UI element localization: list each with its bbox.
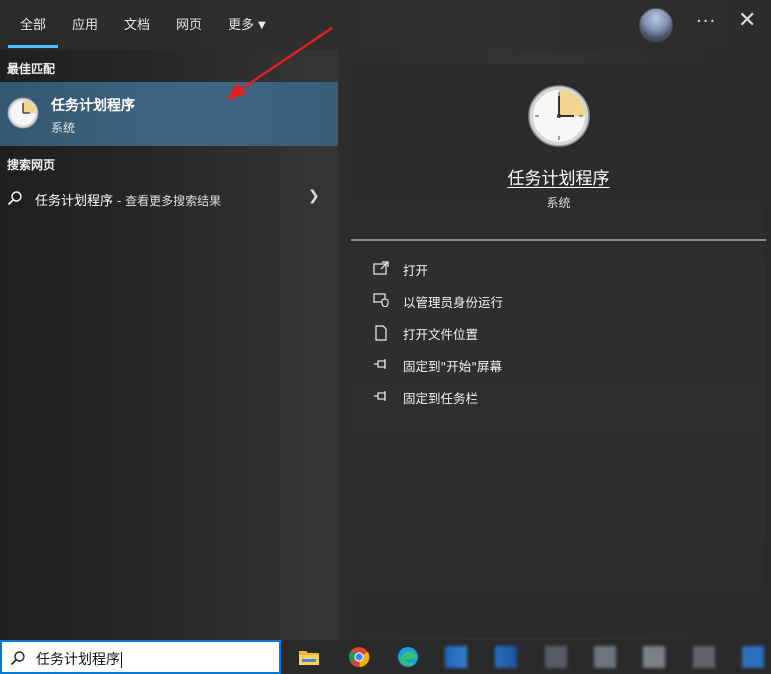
chrome-icon[interactable] (348, 646, 370, 668)
detail-subtitle: 系统 (546, 196, 571, 210)
web-search-result[interactable]: 任务计划程序 - 查看更多搜索结果 ❯ (0, 184, 338, 212)
search-icon (7, 191, 22, 206)
divider (351, 239, 766, 241)
avatar[interactable] (639, 8, 673, 42)
annotation-arrow-icon (226, 26, 333, 100)
tab-apps[interactable]: 应用 (72, 14, 98, 33)
clock-icon (7, 97, 39, 129)
taskbar-app-icon[interactable] (693, 646, 715, 668)
close-icon[interactable]: ✕ (738, 10, 756, 32)
search-filter-bar: 全部 应用 文档 网页 更多 ▼ ··· ✕ (0, 0, 771, 50)
search-input-value: 任务计划程序 (36, 649, 122, 669)
web-search-suffix: - 查看更多搜索结果 (117, 194, 222, 208)
web-search-query: 任务计划程序 (35, 194, 114, 209)
file-explorer-icon[interactable] (298, 646, 320, 668)
pin-icon (374, 359, 386, 369)
taskbar-app-icon[interactable] (495, 646, 517, 668)
search-icon (10, 651, 25, 666)
best-match-heading: 最佳匹配 (7, 62, 56, 76)
pin-icon (374, 391, 386, 401)
action-run-as-admin-label: 以管理员身份运行 (403, 295, 504, 310)
chevron-right-icon[interactable]: ❯ (308, 188, 320, 204)
text-caret (121, 652, 122, 668)
tab-all[interactable]: 全部 (7, 14, 59, 48)
open-icon (373, 261, 389, 275)
more-icon[interactable]: ··· (696, 11, 716, 32)
taskbar-app-icon[interactable] (742, 646, 764, 668)
taskbar-app-icon[interactable] (594, 646, 616, 668)
action-open-file-location-label: 打开文件位置 (403, 327, 479, 342)
web-search-text: 任务计划程序 - 查看更多搜索结果 (35, 190, 221, 209)
tab-documents[interactable]: 文档 (124, 14, 150, 33)
search-input[interactable]: 任务计划程序 (0, 640, 281, 674)
clock-icon (528, 85, 590, 147)
edge-icon[interactable] (397, 646, 419, 668)
action-pin-to-taskbar-label: 固定到任务栏 (403, 391, 479, 406)
taskbar-app-icon[interactable] (545, 646, 567, 668)
tab-web[interactable]: 网页 (176, 14, 202, 33)
detail-title[interactable]: 任务计划程序 (351, 164, 766, 189)
shield-icon (373, 293, 389, 307)
detail-pane: 任务计划程序 系统 打开 以管理员身份运行 打开文件位置 固定到"开始"屏幕 固… (351, 64, 766, 638)
action-pin-to-start-label: 固定到"开始"屏幕 (403, 359, 502, 374)
best-match-title: 任务计划程序 (51, 98, 135, 114)
web-search-heading: 搜索网页 (7, 158, 56, 172)
file-location-icon (375, 325, 387, 341)
action-open-label: 打开 (403, 263, 429, 278)
taskbar-app-icon[interactable] (445, 646, 467, 668)
taskbar-app-icon[interactable] (643, 646, 665, 668)
best-match-subtitle: 系统 (51, 121, 76, 135)
search-query-text: 任务计划程序 (36, 652, 120, 668)
